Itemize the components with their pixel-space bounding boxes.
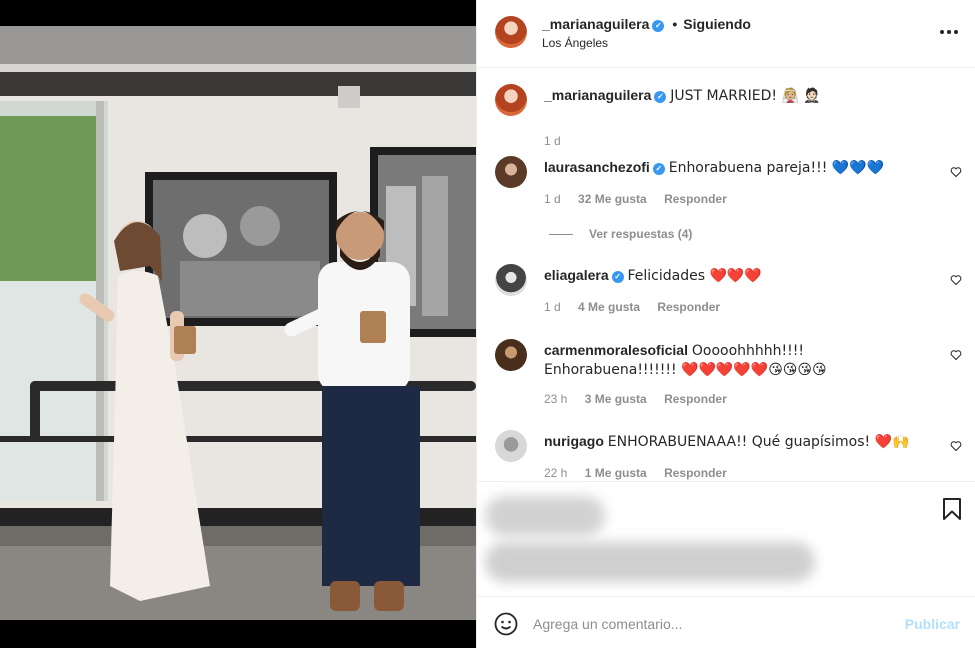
add-comment-bar: Publicar bbox=[477, 596, 975, 648]
blurred-likes-area bbox=[485, 492, 825, 588]
comment-likes[interactable]: 3 Me gusta bbox=[585, 392, 647, 406]
author-avatar[interactable] bbox=[495, 16, 527, 48]
separator-dot: • bbox=[672, 16, 678, 32]
comment-avatar[interactable] bbox=[495, 156, 527, 188]
caption-time[interactable]: 1 d bbox=[544, 134, 561, 148]
post-photo[interactable] bbox=[0, 26, 476, 620]
reply-button[interactable]: Responder bbox=[664, 392, 727, 406]
verified-badge-icon: ✓ bbox=[652, 20, 665, 32]
heart-icon[interactable] bbox=[950, 166, 962, 178]
comment-meta: 22 h 1 Me gusta Responder bbox=[544, 466, 741, 480]
comment-meta: 1 d 4 Me gusta Responder bbox=[544, 300, 734, 314]
bookmark-icon[interactable] bbox=[942, 498, 962, 520]
divider bbox=[549, 234, 573, 236]
caption-meta: 1 d bbox=[544, 134, 575, 148]
caption-avatar[interactable] bbox=[495, 84, 527, 116]
author-username[interactable]: _marianaguilera bbox=[542, 16, 649, 32]
comment-meta: 1 d 32 Me gusta Responder bbox=[544, 192, 741, 206]
comment-avatar[interactable] bbox=[495, 339, 527, 371]
reply-button[interactable]: Responder bbox=[664, 192, 727, 206]
comment-body: ENHORABUENAAA!! Qué guapísimos! ❤️🙌 bbox=[607, 434, 910, 450]
comment-username[interactable]: eliagalera bbox=[544, 267, 609, 283]
emoji-icon[interactable] bbox=[494, 612, 518, 636]
comment-time[interactable]: 1 d bbox=[544, 300, 561, 314]
verified-badge-icon: ✓ bbox=[654, 91, 667, 103]
comment-username[interactable]: nurigago bbox=[544, 433, 604, 449]
comment-username[interactable]: carmenmoralesoficial bbox=[544, 342, 688, 358]
caption-text: _marianaguilera ✓ JUST MARRIED! 👰🏼 🤵🏻 bbox=[544, 86, 929, 105]
caption-body: JUST MARRIED! 👰🏼 🤵🏻 bbox=[670, 88, 821, 104]
comment-username[interactable]: laurasanchezofi bbox=[544, 159, 650, 175]
comments-list[interactable]: _marianaguilera ✓ JUST MARRIED! 👰🏼 🤵🏻 1 d… bbox=[477, 68, 975, 481]
author-line: _marianaguilera ✓ • Siguiendo bbox=[542, 16, 751, 32]
heart-icon[interactable] bbox=[950, 349, 962, 361]
comment-avatar[interactable] bbox=[495, 430, 527, 462]
caption-username[interactable]: _marianaguilera bbox=[544, 87, 651, 103]
comment-text: carmenmoralesoficial Ooooohhhhh!!!! Enho… bbox=[544, 341, 929, 379]
comment-body: Enhorabuena pareja!!! 💙💙💙 bbox=[668, 160, 885, 176]
comment-avatar[interactable] bbox=[495, 264, 527, 296]
comment-body: Felicidades ❤️❤️❤️ bbox=[627, 268, 762, 284]
publish-button[interactable]: Publicar bbox=[905, 616, 960, 632]
following-button[interactable]: Siguiendo bbox=[683, 16, 751, 32]
comment-text: eliagalera ✓ Felicidades ❤️❤️❤️ bbox=[544, 266, 929, 285]
comment-input[interactable] bbox=[533, 612, 893, 636]
comment-text: nurigago ENHORABUENAAA!! Qué guapísimos!… bbox=[544, 432, 929, 451]
post-location[interactable]: Los Ángeles bbox=[542, 36, 608, 50]
verified-badge-icon: ✓ bbox=[652, 163, 665, 175]
post-header: _marianaguilera ✓ • Siguiendo Los Ángeles bbox=[477, 0, 975, 68]
comment-meta: 23 h 3 Me gusta Responder bbox=[544, 392, 741, 406]
verified-badge-icon: ✓ bbox=[611, 271, 624, 283]
view-replies-button[interactable]: Ver respuestas (4) bbox=[549, 227, 692, 241]
heart-icon[interactable] bbox=[950, 274, 962, 286]
comment-likes[interactable]: 4 Me gusta bbox=[578, 300, 640, 314]
comment-time[interactable]: 1 d bbox=[544, 192, 561, 206]
more-options-icon[interactable] bbox=[940, 30, 958, 34]
wedding-photo-illustration bbox=[0, 26, 476, 620]
comment-time[interactable]: 23 h bbox=[544, 392, 567, 406]
heart-icon[interactable] bbox=[950, 440, 962, 452]
view-replies-label: Ver respuestas (4) bbox=[589, 227, 693, 241]
reply-button[interactable]: Responder bbox=[664, 466, 727, 480]
post-actions bbox=[477, 481, 975, 596]
post-sidebar: _marianaguilera ✓ • Siguiendo Los Ángeles _… bbox=[476, 0, 975, 648]
reply-button[interactable]: Responder bbox=[657, 300, 720, 314]
comment-time[interactable]: 22 h bbox=[544, 466, 567, 480]
comment-likes[interactable]: 32 Me gusta bbox=[578, 192, 647, 206]
comment-likes[interactable]: 1 Me gusta bbox=[585, 466, 647, 480]
comment-text: laurasanchezofi ✓ Enhorabuena pareja!!! 💙… bbox=[544, 158, 929, 177]
instagram-post-modal: _marianaguilera ✓ • Siguiendo Los Ángeles _… bbox=[0, 0, 975, 648]
